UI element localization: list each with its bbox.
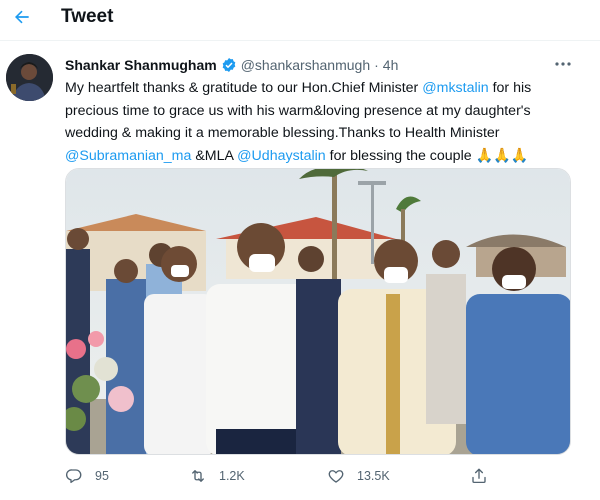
tweet-text-part: for blessing the couple (325, 147, 476, 164)
more-button[interactable] (552, 55, 574, 73)
retweet-icon (192, 470, 204, 482)
reply-count: 95 (95, 469, 109, 483)
tweet-header: Tweet (0, 0, 600, 34)
author-avatar[interactable] (6, 54, 53, 101)
retweet-count: 1.2K (219, 469, 245, 483)
tweet-time[interactable]: 4h (383, 57, 399, 73)
photo-image (66, 169, 570, 454)
share-button[interactable] (470, 464, 488, 488)
like-button[interactable]: 13.5K (327, 464, 390, 488)
like-count: 13.5K (357, 469, 390, 483)
tweet-text: My heartfelt thanks & gratitude to our H… (65, 77, 565, 167)
tweet-text-part: My heartfelt thanks & gratitude to our H… (65, 80, 423, 96)
author-name[interactable]: Shankar Shanmugham (65, 57, 217, 73)
retweet-button[interactable]: 1.2K (189, 464, 245, 488)
share-icon (472, 468, 486, 484)
mention-link[interactable]: @Subramanian_ma (65, 148, 191, 164)
tweet-photo[interactable] (65, 168, 571, 455)
reply-button[interactable]: 95 (65, 464, 109, 488)
like-icon (328, 470, 344, 483)
author-row: Shankar Shanmugham @shankarshanmugh · 4h (65, 56, 398, 74)
avatar-image (6, 54, 53, 101)
more-icon (555, 62, 571, 66)
header-divider (0, 40, 600, 41)
verified-badge-icon (222, 58, 236, 72)
mention-link[interactable]: @mkstalin (422, 80, 488, 96)
author-handle[interactable]: @shankarshanmugh (241, 57, 370, 73)
separator-dot: · (374, 57, 379, 73)
back-arrow-icon (15, 10, 29, 24)
pray-emoji: 🙏🙏🙏 (475, 147, 529, 164)
back-button[interactable] (8, 3, 36, 31)
reply-icon (65, 469, 82, 484)
tweet-text-part: &MLA (191, 147, 238, 164)
tweet-actions: 95 1.2K 13.5K (65, 464, 495, 488)
mention-link[interactable]: @Udhaystalin (237, 148, 326, 164)
page-title: Tweet (61, 6, 114, 27)
